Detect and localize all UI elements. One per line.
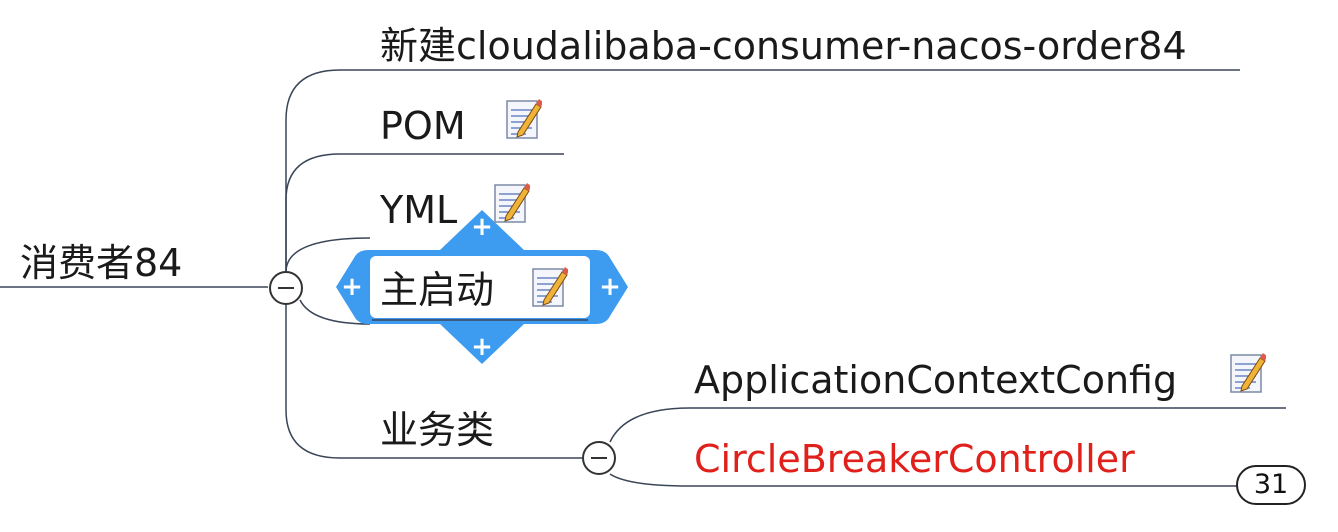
note-pencil-icon[interactable]: [494, 182, 530, 224]
note-pencil-icon[interactable]: [1230, 352, 1266, 394]
branch-pom[interactable]: POM: [380, 107, 466, 145]
collapse-minus-icon[interactable]: [582, 441, 616, 475]
branch-new-module[interactable]: 新建cloudalibaba-consumer-nacos-order84: [380, 27, 1187, 65]
branch-main-startup[interactable]: 主启动: [380, 271, 494, 309]
child-circle-breaker-controller[interactable]: CircleBreakerController: [694, 440, 1135, 478]
note-pencil-icon[interactable]: [506, 98, 542, 140]
child-application-context-config[interactable]: ApplicationContextConfig: [694, 361, 1177, 399]
hidden-count-badge[interactable]: 31: [1236, 465, 1306, 505]
branch-yml[interactable]: YML: [380, 191, 457, 229]
connector-branch-1: [285, 69, 1240, 272]
add-sibling-below-icon[interactable]: +: [470, 334, 494, 360]
add-sibling-above-icon[interactable]: +: [470, 214, 494, 240]
branch-business-classes[interactable]: 业务类: [380, 411, 494, 449]
add-parent-icon[interactable]: +: [340, 274, 364, 300]
collapse-minus-icon[interactable]: [269, 271, 303, 305]
mindmap-canvas: [0, 69, 1286, 487]
add-child-icon[interactable]: +: [598, 274, 622, 300]
root-topic[interactable]: 消费者84: [20, 244, 182, 282]
note-pencil-icon[interactable]: [532, 266, 568, 308]
